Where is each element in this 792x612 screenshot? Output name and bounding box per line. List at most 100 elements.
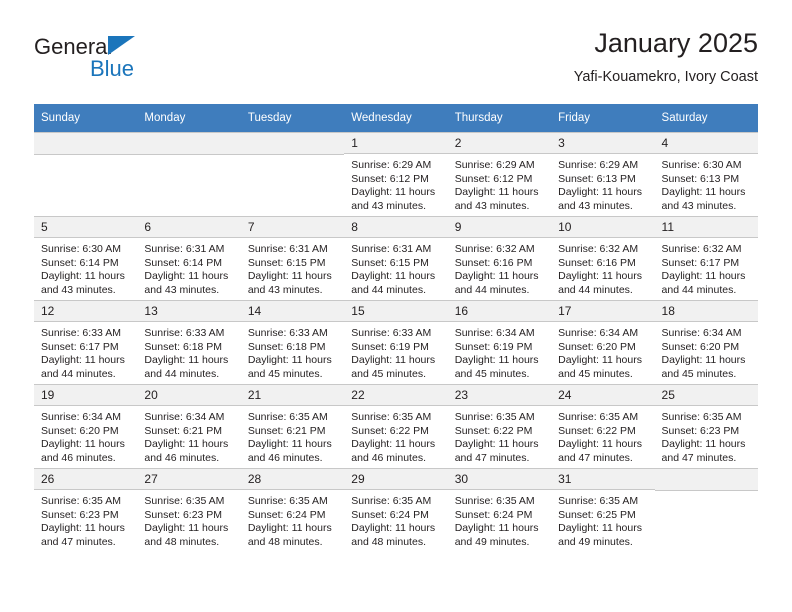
day-cell[interactable]: 2 Sunrise: 6:29 AM Sunset: 6:12 PM Dayli…: [447, 132, 552, 216]
day-cell[interactable]: 15 Sunrise: 6:33 AM Sunset: 6:19 PM Dayl…: [344, 300, 448, 384]
sunrise-text: Sunrise: 6:35 AM: [454, 495, 535, 507]
sunset-text: Sunset: 6:17 PM: [661, 256, 740, 269]
daylight-text-line2: and 46 minutes.: [351, 451, 426, 464]
sunset-text: Sunset: 6:19 PM: [351, 340, 429, 353]
daylight-text-line1: Daylight: 11 hours: [661, 186, 746, 198]
day-details: Sunrise: 6:30 AM Sunset: 6:13 PM Dayligh…: [655, 154, 758, 213]
calendar-cell: 5 Sunrise: 6:30 AM Sunset: 6:14 PM Dayli…: [34, 216, 138, 300]
sunrise-text: Sunrise: 6:34 AM: [144, 411, 225, 423]
sunrise-text: Sunrise: 6:35 AM: [454, 411, 535, 423]
day-cell[interactable]: 14 Sunrise: 6:33 AM Sunset: 6:18 PM Dayl…: [240, 300, 345, 384]
day-number: 12: [34, 300, 138, 322]
sunrise-text: Sunrise: 6:29 AM: [351, 159, 432, 171]
day-cell[interactable]: 13 Sunrise: 6:33 AM Sunset: 6:18 PM Dayl…: [137, 300, 241, 384]
day-number: 19: [34, 384, 138, 406]
daylight-text-line2: and 48 minutes.: [144, 535, 220, 548]
weekday-header-wednesday: Wednesday: [344, 104, 448, 132]
day-cell[interactable]: 26 Sunrise: 6:35 AM Sunset: 6:23 PM Dayl…: [34, 468, 138, 552]
daylight-text-line1: Daylight: 11 hours: [558, 186, 642, 198]
day-cell[interactable]: 4 Sunrise: 6:30 AM Sunset: 6:13 PM Dayli…: [654, 132, 758, 216]
day-number: 31: [551, 468, 655, 490]
calendar-week-row: 1 Sunrise: 6:29 AM Sunset: 6:12 PM Dayli…: [34, 132, 758, 216]
day-cell[interactable]: 29 Sunrise: 6:35 AM Sunset: 6:24 PM Dayl…: [344, 468, 448, 552]
daylight-text-line2: and 44 minutes.: [41, 367, 116, 380]
calendar-header-row-group: Sunday Monday Tuesday Wednesday Thursday…: [34, 104, 758, 132]
daylight-text-line2: and 44 minutes.: [661, 283, 737, 296]
daylight-text-line2: and 43 minutes.: [41, 283, 116, 296]
day-details: Sunrise: 6:33 AM Sunset: 6:18 PM Dayligh…: [137, 322, 240, 381]
calendar-cell: 15 Sunrise: 6:33 AM Sunset: 6:19 PM Dayl…: [344, 300, 448, 384]
calendar-cell: 11 Sunrise: 6:32 AM Sunset: 6:17 PM Dayl…: [654, 216, 758, 300]
day-cell[interactable]: 10 Sunrise: 6:32 AM Sunset: 6:16 PM Dayl…: [551, 216, 655, 300]
calendar-cell: 21 Sunrise: 6:35 AM Sunset: 6:21 PM Dayl…: [240, 384, 345, 468]
sunrise-text: Sunrise: 6:34 AM: [454, 327, 535, 339]
sunset-text: Sunset: 6:23 PM: [41, 508, 119, 521]
day-cell[interactable]: 5 Sunrise: 6:30 AM Sunset: 6:14 PM Dayli…: [34, 216, 138, 300]
sunset-text: Sunset: 6:12 PM: [454, 172, 533, 185]
sunset-text: Sunset: 6:14 PM: [144, 256, 223, 269]
day-cell[interactable]: 21 Sunrise: 6:35 AM Sunset: 6:21 PM Dayl…: [240, 384, 345, 468]
daylight-text-line1: Daylight: 11 hours: [351, 186, 436, 198]
day-cell[interactable]: 20 Sunrise: 6:34 AM Sunset: 6:21 PM Dayl…: [137, 384, 241, 468]
daylight-text-line2: and 45 minutes.: [558, 367, 633, 380]
day-cell[interactable]: 18 Sunrise: 6:34 AM Sunset: 6:20 PM Dayl…: [654, 300, 758, 384]
calendar-cell: 30 Sunrise: 6:35 AM Sunset: 6:24 PM Dayl…: [447, 468, 552, 552]
day-cell[interactable]: 12 Sunrise: 6:33 AM Sunset: 6:17 PM Dayl…: [34, 300, 138, 384]
day-cell[interactable]: 6 Sunrise: 6:31 AM Sunset: 6:14 PM Dayli…: [137, 216, 241, 300]
sunset-text: Sunset: 6:22 PM: [351, 424, 429, 437]
day-details: Sunrise: 6:34 AM Sunset: 6:19 PM Dayligh…: [448, 322, 551, 381]
daylight-text-line2: and 43 minutes.: [351, 199, 426, 212]
calendar-cell: 26 Sunrise: 6:35 AM Sunset: 6:23 PM Dayl…: [34, 468, 138, 552]
day-cell[interactable]: 30 Sunrise: 6:35 AM Sunset: 6:24 PM Dayl…: [447, 468, 552, 552]
day-cell[interactable]: 22 Sunrise: 6:35 AM Sunset: 6:22 PM Dayl…: [344, 384, 448, 468]
day-cell[interactable]: 19 Sunrise: 6:34 AM Sunset: 6:20 PM Dayl…: [34, 384, 138, 468]
calendar-cell: 23 Sunrise: 6:35 AM Sunset: 6:22 PM Dayl…: [447, 384, 552, 468]
day-cell[interactable]: 31 Sunrise: 6:35 AM Sunset: 6:25 PM Dayl…: [551, 468, 655, 552]
day-cell[interactable]: 23 Sunrise: 6:35 AM Sunset: 6:22 PM Dayl…: [447, 384, 552, 468]
day-cell[interactable]: 16 Sunrise: 6:34 AM Sunset: 6:19 PM Dayl…: [447, 300, 552, 384]
day-number: 28: [240, 468, 345, 490]
calendar-cell: 18 Sunrise: 6:34 AM Sunset: 6:20 PM Dayl…: [654, 300, 758, 384]
sunset-text: Sunset: 6:20 PM: [41, 424, 119, 437]
day-cell[interactable]: 7 Sunrise: 6:31 AM Sunset: 6:15 PM Dayli…: [240, 216, 345, 300]
daylight-text-line1: Daylight: 11 hours: [454, 354, 539, 366]
day-cell-empty: [654, 468, 758, 552]
day-cell[interactable]: 8 Sunrise: 6:31 AM Sunset: 6:15 PM Dayli…: [344, 216, 448, 300]
day-number: 9: [447, 216, 552, 238]
daylight-text-line1: Daylight: 11 hours: [454, 270, 539, 282]
day-cell[interactable]: 11 Sunrise: 6:32 AM Sunset: 6:17 PM Dayl…: [654, 216, 758, 300]
day-cell[interactable]: 9 Sunrise: 6:32 AM Sunset: 6:16 PM Dayli…: [447, 216, 552, 300]
daylight-text-line2: and 47 minutes.: [41, 535, 116, 548]
day-number: 26: [34, 468, 138, 490]
day-cell[interactable]: 28 Sunrise: 6:35 AM Sunset: 6:24 PM Dayl…: [240, 468, 345, 552]
day-cell[interactable]: 3 Sunrise: 6:29 AM Sunset: 6:13 PM Dayli…: [551, 132, 655, 216]
calendar-cell: 1 Sunrise: 6:29 AM Sunset: 6:12 PM Dayli…: [344, 132, 448, 216]
logo-triangle-icon: [108, 36, 135, 55]
day-details: Sunrise: 6:32 AM Sunset: 6:17 PM Dayligh…: [655, 238, 758, 297]
daylight-text-line1: Daylight: 11 hours: [661, 438, 746, 450]
daylight-text-line1: Daylight: 11 hours: [351, 354, 436, 366]
day-cell[interactable]: 1 Sunrise: 6:29 AM Sunset: 6:12 PM Dayli…: [344, 132, 448, 216]
sunrise-text: Sunrise: 6:31 AM: [247, 243, 328, 255]
daylight-text-line2: and 48 minutes.: [351, 535, 426, 548]
day-details: Sunrise: 6:32 AM Sunset: 6:16 PM Dayligh…: [448, 238, 551, 297]
weekday-header-saturday: Saturday: [654, 104, 758, 132]
day-number: 3: [551, 132, 655, 154]
day-number: 22: [344, 384, 448, 406]
daylight-text-line1: Daylight: 11 hours: [247, 522, 332, 534]
day-number: 18: [654, 300, 758, 322]
sunset-text: Sunset: 6:13 PM: [661, 172, 740, 185]
day-cell[interactable]: 24 Sunrise: 6:35 AM Sunset: 6:22 PM Dayl…: [551, 384, 655, 468]
day-cell[interactable]: 27 Sunrise: 6:35 AM Sunset: 6:23 PM Dayl…: [137, 468, 241, 552]
daylight-text-line1: Daylight: 11 hours: [144, 354, 229, 366]
day-cell[interactable]: 25 Sunrise: 6:35 AM Sunset: 6:23 PM Dayl…: [654, 384, 758, 468]
daylight-text-line1: Daylight: 11 hours: [247, 270, 332, 282]
sunrise-text: Sunrise: 6:30 AM: [41, 243, 121, 255]
sunrise-text: Sunrise: 6:31 AM: [351, 243, 432, 255]
sunset-text: Sunset: 6:15 PM: [351, 256, 429, 269]
day-number: 1: [344, 132, 448, 154]
calendar-cell: 16 Sunrise: 6:34 AM Sunset: 6:19 PM Dayl…: [447, 300, 552, 384]
day-cell[interactable]: 17 Sunrise: 6:34 AM Sunset: 6:20 PM Dayl…: [551, 300, 655, 384]
sunrise-text: Sunrise: 6:29 AM: [454, 159, 535, 171]
empty-day-band: [240, 132, 345, 155]
